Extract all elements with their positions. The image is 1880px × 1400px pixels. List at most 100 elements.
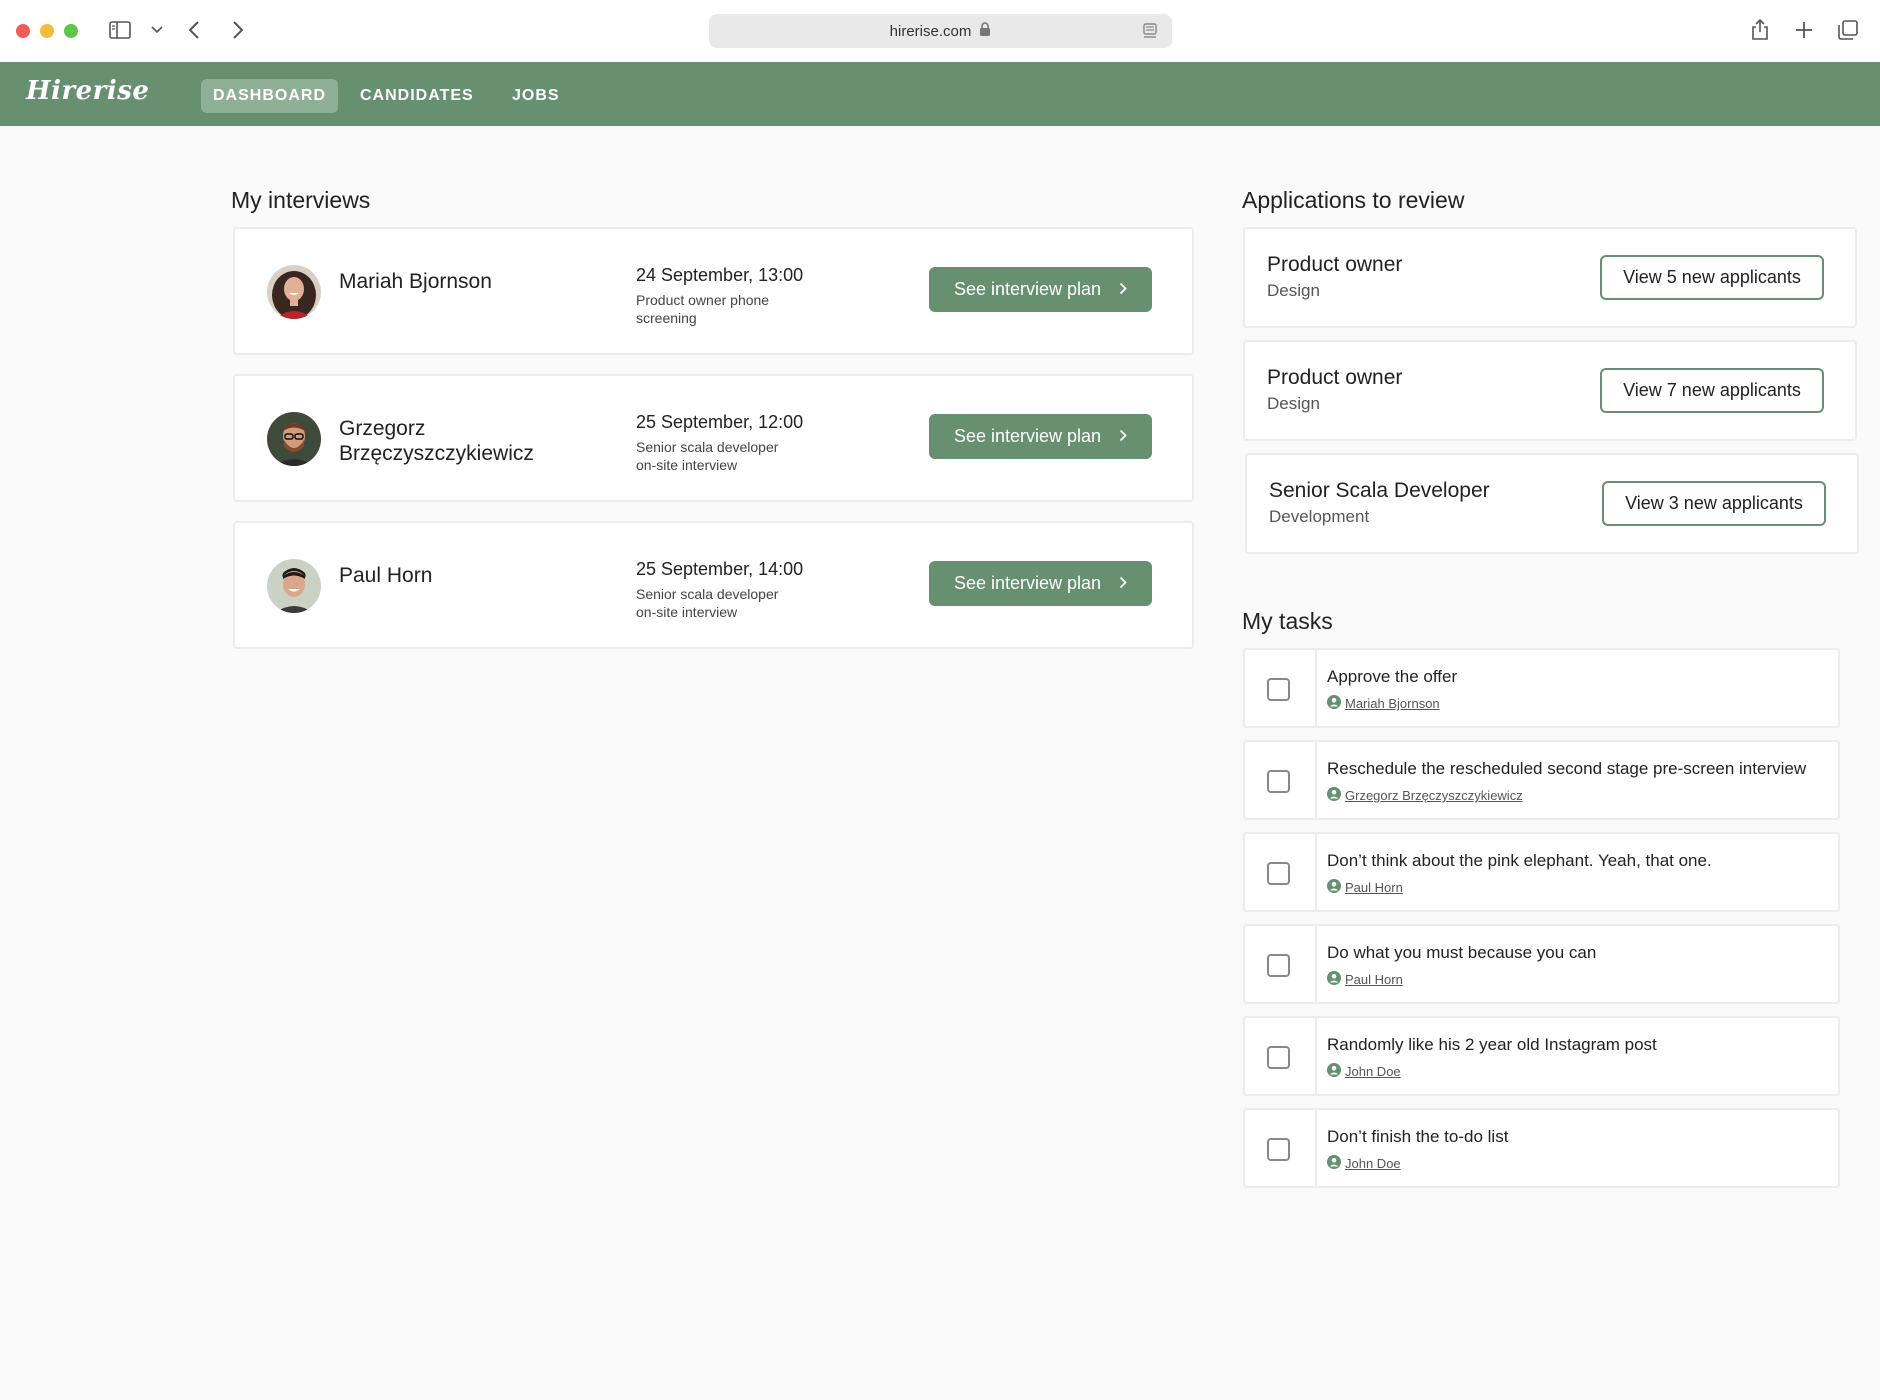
interview-datetime: 25 September, 14:00 — [636, 559, 804, 579]
chevron-down-icon[interactable] — [143, 16, 171, 44]
job-department: Design — [1267, 281, 1320, 300]
task-text: Randomly like his 2 year old Instagram p… — [1327, 1035, 1657, 1054]
task-owner-link[interactable]: John Doe — [1345, 1064, 1401, 1079]
interview-description-line: Senior scala developer — [636, 439, 779, 455]
job-department: Development — [1269, 507, 1370, 526]
interview-description-line: Product owner phone — [636, 292, 770, 308]
job-department: Design — [1267, 394, 1320, 413]
task-text: Reschedule the rescheduled second stage … — [1327, 759, 1807, 778]
interview-card: Paul Horn 25 September, 14:00 Senior sca… — [233, 521, 1194, 649]
task-checkbox[interactable] — [1267, 1046, 1290, 1069]
task-checkbox[interactable] — [1267, 770, 1290, 793]
view-applicants-button[interactable]: View 3 new applicants — [1602, 481, 1826, 526]
task-item: Randomly like his 2 year old Instagram p… — [1243, 1016, 1840, 1096]
divider — [1315, 650, 1317, 726]
task-owner: Paul Horn — [1327, 971, 1403, 988]
application-card: Product owner Design View 7 new applican… — [1243, 340, 1857, 441]
zoom-window-button[interactable] — [64, 24, 78, 38]
user-circle-icon — [1327, 1155, 1341, 1172]
close-window-button[interactable] — [16, 24, 30, 38]
task-owner: Mariah Bjornson — [1327, 695, 1440, 712]
app-logo[interactable]: Hirerise — [26, 76, 149, 106]
job-title: Product owner — [1267, 253, 1403, 276]
tab-overview-icon[interactable] — [1834, 16, 1862, 44]
candidate-name[interactable]: Mariah Bjornson — [339, 269, 569, 294]
job-title: Product owner — [1267, 366, 1403, 389]
task-text: Don’t finish the to-do list — [1327, 1127, 1509, 1146]
user-circle-icon — [1327, 879, 1341, 896]
task-owner-link[interactable]: Paul Horn — [1345, 880, 1403, 895]
task-owner-link[interactable]: John Doe — [1345, 1156, 1401, 1171]
interview-card: Mariah Bjornson 24 September, 13:00 Prod… — [233, 227, 1194, 355]
see-interview-plan-button[interactable]: See interview plan — [929, 414, 1152, 459]
button-label: See interview plan — [953, 573, 1102, 593]
application-card: Product owner Design View 5 new applican… — [1243, 227, 1857, 328]
task-owner-link[interactable]: Grzegorz Brzęczyszczykiewicz — [1345, 788, 1523, 803]
task-checkbox[interactable] — [1267, 862, 1290, 885]
task-owner: John Doe — [1327, 1063, 1401, 1080]
interviews-section-title: My interviews — [231, 187, 371, 213]
applications-section-title: Applications to review — [1242, 187, 1465, 213]
user-circle-icon — [1327, 971, 1341, 988]
minimize-window-button[interactable] — [40, 24, 54, 38]
see-interview-plan-button[interactable]: See interview plan — [929, 267, 1152, 312]
interview-datetime: 24 September, 13:00 — [636, 265, 804, 285]
avatar — [267, 412, 321, 466]
task-item: Approve the offer Mariah Bjornson — [1243, 648, 1840, 728]
tasks-section-title: My tasks — [1242, 608, 1333, 634]
task-checkbox[interactable] — [1267, 678, 1290, 701]
task-checkbox[interactable] — [1267, 954, 1290, 977]
address-bar[interactable]: hirerise.com — [709, 14, 1172, 48]
job-title: Senior Scala Developer — [1269, 479, 1490, 502]
share-icon[interactable] — [1746, 16, 1774, 44]
chevron-right-icon — [1119, 279, 1127, 300]
user-circle-icon — [1327, 787, 1341, 804]
candidate-name[interactable]: Paul Horn — [339, 563, 569, 588]
divider — [1315, 1110, 1317, 1186]
interview-description-line: on-site interview — [636, 604, 738, 620]
interview-description-line: Senior scala developer — [636, 586, 779, 602]
button-label: See interview plan — [953, 426, 1102, 446]
back-arrow-icon[interactable] — [180, 16, 208, 44]
nav-tab-jobs[interactable]: JOBS — [500, 79, 572, 113]
nav-tab-candidates[interactable]: CANDIDATES — [348, 79, 486, 113]
avatar — [267, 559, 321, 613]
candidate-name-line: Grzegorz — [339, 417, 426, 440]
user-circle-icon — [1327, 695, 1341, 712]
chevron-right-icon — [1119, 573, 1127, 594]
view-applicants-button[interactable]: View 7 new applicants — [1600, 368, 1824, 413]
avatar — [267, 265, 321, 319]
task-text: Don’t think about the pink elephant. Yea… — [1327, 851, 1712, 870]
task-owner-link[interactable]: Mariah Bjornson — [1345, 696, 1440, 711]
task-item: Don’t finish the to-do list John Doe — [1243, 1108, 1840, 1188]
reader-mode-icon[interactable] — [1142, 23, 1158, 43]
sidebar-toggle-icon[interactable] — [106, 16, 134, 44]
see-interview-plan-button[interactable]: See interview plan — [929, 561, 1152, 606]
task-item: Reschedule the rescheduled second stage … — [1243, 740, 1840, 820]
browser-toolbar: hirerise.com — [0, 0, 1880, 62]
candidate-name-line: Brzęczyszczykiewicz — [339, 442, 534, 465]
lock-icon — [979, 21, 991, 41]
task-owner-link[interactable]: Paul Horn — [1345, 972, 1403, 987]
divider — [1315, 1018, 1317, 1094]
view-applicants-button[interactable]: View 5 new applicants — [1600, 255, 1824, 300]
app-navbar: Hirerise DASHBOARD CANDIDATES JOBS — [0, 62, 1880, 126]
interview-description-line: on-site interview — [636, 457, 738, 473]
nav-tab-dashboard[interactable]: DASHBOARD — [201, 79, 338, 113]
candidate-name[interactable]: Grzegorz Brzęczyszczykiewicz — [339, 416, 569, 466]
task-owner: John Doe — [1327, 1155, 1401, 1172]
task-owner: Paul Horn — [1327, 879, 1403, 896]
url-text: hirerise.com — [889, 22, 972, 40]
new-tab-plus-icon[interactable] — [1790, 16, 1818, 44]
interview-description-line: screening — [636, 310, 697, 326]
interview-card: Grzegorz Brzęczyszczykiewicz 25 Septembe… — [233, 374, 1194, 502]
interview-description: Senior scala developer on-site interview — [636, 585, 816, 621]
interview-datetime: 25 September, 12:00 — [636, 412, 804, 432]
divider — [1315, 926, 1317, 1002]
task-item: Don’t think about the pink elephant. Yea… — [1243, 832, 1840, 912]
forward-arrow-icon[interactable] — [224, 16, 252, 44]
divider — [1315, 742, 1317, 818]
task-checkbox[interactable] — [1267, 1138, 1290, 1161]
task-owner: Grzegorz Brzęczyszczykiewicz — [1327, 787, 1523, 804]
user-circle-icon — [1327, 1063, 1341, 1080]
